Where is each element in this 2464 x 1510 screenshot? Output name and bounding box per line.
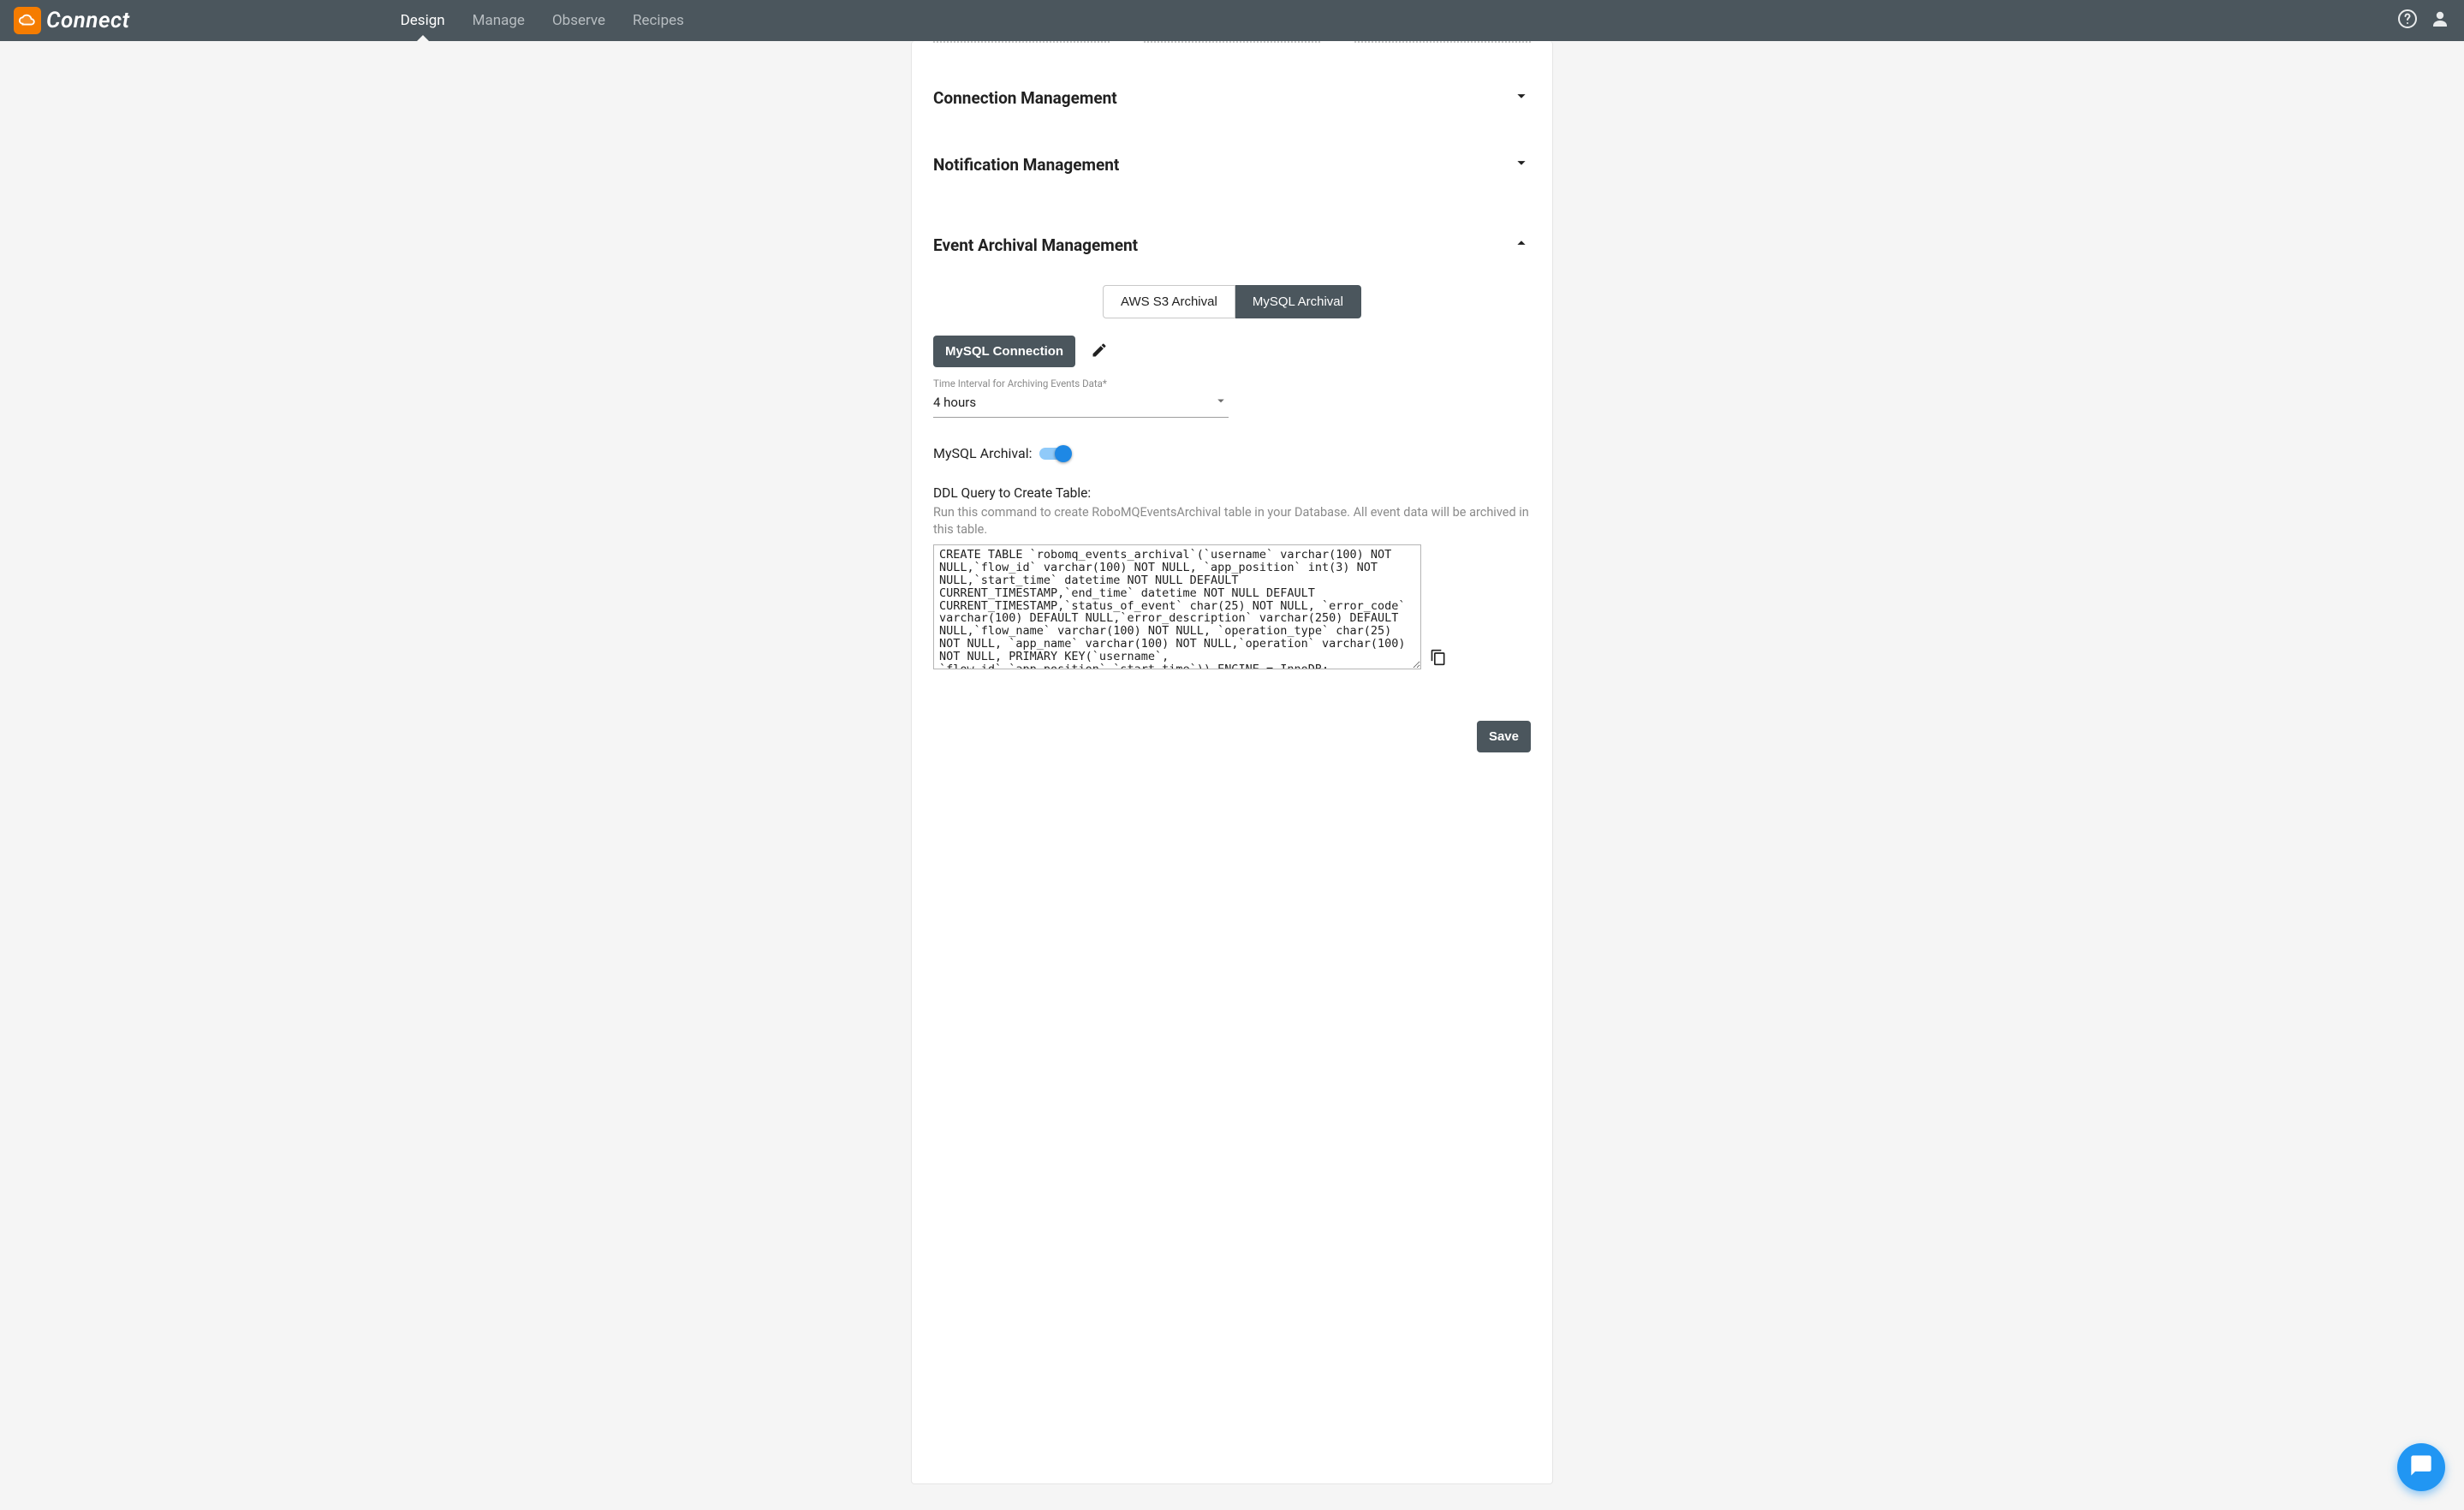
dotted-separator	[933, 41, 1531, 42]
ddl-title: DDL Query to Create Table:	[933, 485, 1531, 501]
ddl-row	[933, 544, 1531, 669]
chat-fab[interactable]	[2397, 1443, 2445, 1491]
section-connection-management[interactable]: Connection Management	[933, 74, 1531, 121]
section-event-archival-management[interactable]: Event Archival Management	[933, 222, 1531, 268]
section-notification-management[interactable]: Notification Management	[933, 141, 1531, 187]
ddl-help: Run this command to create RoboMQEventsA…	[933, 504, 1531, 538]
tab-mysql-archival[interactable]: MySQL Archival	[1235, 285, 1361, 318]
interval-label: Time Interval for Archiving Events Data*	[933, 378, 1531, 389]
ddl-query-textarea[interactable]	[933, 544, 1421, 669]
chevron-down-icon	[1512, 153, 1531, 175]
save-button[interactable]: Save	[1477, 721, 1531, 752]
mysql-archival-toggle-row: MySQL Archival:	[933, 445, 1531, 461]
archival-target-tabs: AWS S3 Archival MySQL Archival	[933, 285, 1531, 318]
dropdown-icon	[1213, 393, 1229, 412]
section-title: Connection Management	[933, 88, 1117, 108]
edit-icon[interactable]	[1091, 342, 1108, 362]
archival-panel: AWS S3 Archival MySQL Archival MySQL Con…	[933, 268, 1531, 752]
tab-observe[interactable]: Observe	[539, 0, 619, 41]
appbar-actions	[2397, 0, 2457, 41]
interval-value: 4 hours	[933, 395, 1213, 410]
chevron-down-icon	[1512, 86, 1531, 109]
page-body: Connection Management Notification Manag…	[0, 41, 2464, 1510]
interval-select[interactable]: 4 hours	[933, 389, 1229, 418]
tab-aws-s3-archival[interactable]: AWS S3 Archival	[1103, 285, 1235, 318]
section-title: Event Archival Management	[933, 235, 1138, 255]
mysql-archival-toggle[interactable]	[1039, 448, 1070, 460]
tab-manage[interactable]: Manage	[459, 0, 539, 41]
chat-icon	[2409, 1454, 2433, 1481]
chevron-up-icon	[1512, 234, 1531, 256]
brand-logo-icon	[14, 7, 41, 34]
account-icon[interactable]	[2430, 9, 2450, 33]
brand: Connect	[14, 0, 130, 41]
tab-design[interactable]: Design	[387, 0, 459, 41]
mysql-connection-button[interactable]: MySQL Connection	[933, 336, 1075, 367]
help-icon[interactable]	[2397, 9, 2418, 33]
copy-icon[interactable]	[1430, 649, 1447, 669]
nav-tabs: Design Manage Observe Recipes	[387, 0, 698, 41]
toggle-label: MySQL Archival:	[933, 445, 1033, 461]
mysql-connection-row: MySQL Connection	[933, 336, 1531, 367]
brand-name: Connect	[46, 8, 130, 33]
top-appbar: Connect Design Manage Observe Recipes	[0, 0, 2464, 41]
section-title: Notification Management	[933, 155, 1119, 175]
tab-recipes[interactable]: Recipes	[619, 0, 698, 41]
settings-card: Connection Management Notification Manag…	[911, 41, 1553, 1484]
